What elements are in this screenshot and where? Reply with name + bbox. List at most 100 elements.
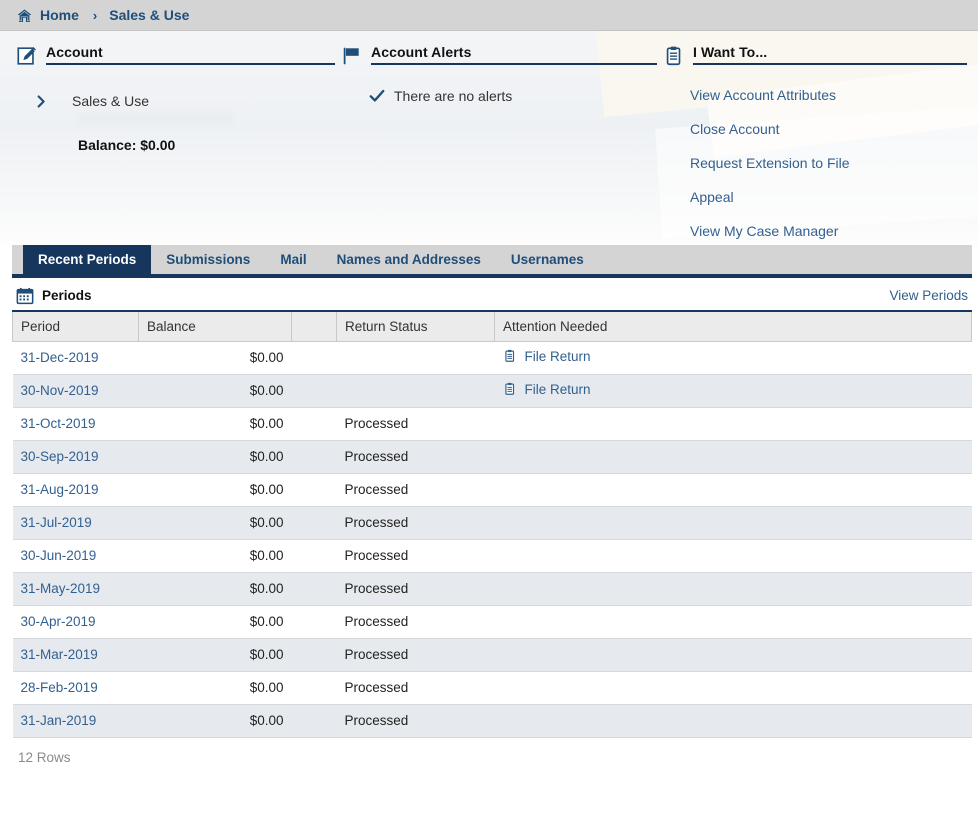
period-link[interactable]: 30-Apr-2019 (21, 614, 96, 629)
alerts-panel-title: Account Alerts (371, 44, 471, 60)
cell-period: 31-Jan-2019 (13, 704, 139, 737)
account-name-label[interactable]: Sales & Use (72, 93, 149, 109)
cell-balance: $0.00 (139, 572, 292, 605)
table-row: 31-Dec-2019$0.00File Return (13, 341, 972, 374)
cell-spacer (292, 506, 337, 539)
i-want-to-item-view-account-attributes[interactable]: View Account Attributes (690, 87, 836, 103)
cell-period: 31-Jul-2019 (13, 506, 139, 539)
period-link[interactable]: 31-Dec-2019 (21, 350, 99, 365)
cell-attention-needed (495, 572, 972, 605)
period-link[interactable]: 28-Feb-2019 (21, 680, 98, 695)
i-want-to-panel-title: I Want To... (693, 44, 767, 60)
cell-attention-needed (495, 407, 972, 440)
period-link[interactable]: 31-May-2019 (21, 581, 101, 596)
cell-return-status: Processed (337, 539, 495, 572)
cell-return-status (337, 341, 495, 374)
cell-attention-needed (495, 539, 972, 572)
tab-mail[interactable]: Mail (265, 245, 321, 274)
cell-period: 31-Mar-2019 (13, 638, 139, 671)
no-alerts-message: There are no alerts (394, 88, 512, 104)
column-header-period[interactable]: Period (13, 312, 139, 341)
tab-submissions[interactable]: Submissions (151, 245, 265, 274)
cell-attention-needed (495, 704, 972, 737)
table-header-row: Period Balance Return Status Attention N… (13, 312, 972, 341)
file-return-link[interactable]: File Return (503, 381, 591, 397)
cell-spacer (292, 374, 337, 407)
i-want-to-item-appeal[interactable]: Appeal (690, 189, 734, 205)
tab-names-and-addresses[interactable]: Names and Addresses (322, 245, 496, 274)
cell-period: 31-Oct-2019 (13, 407, 139, 440)
tab-strip: Recent Periods Submissions Mail Names an… (12, 245, 972, 278)
cell-spacer (292, 473, 337, 506)
breadcrumb-separator: › (93, 8, 97, 23)
column-header-spacer (292, 312, 337, 341)
cell-balance: $0.00 (139, 671, 292, 704)
period-link[interactable]: 30-Sep-2019 (21, 449, 99, 464)
cell-return-status: Processed (337, 407, 495, 440)
cell-spacer (292, 572, 337, 605)
periods-table-body: 31-Dec-2019$0.00File Return30-Nov-2019$0… (13, 341, 972, 737)
cell-balance: $0.00 (139, 506, 292, 539)
cell-period: 30-Jun-2019 (13, 539, 139, 572)
cell-balance: $0.00 (139, 407, 292, 440)
cell-attention-needed: File Return (495, 341, 972, 374)
cell-attention-needed (495, 671, 972, 704)
column-header-balance[interactable]: Balance (139, 312, 292, 341)
breadcrumb-home-link[interactable]: Home (40, 7, 79, 23)
cell-spacer (292, 704, 337, 737)
cell-return-status: Processed (337, 506, 495, 539)
i-want-to-item-request-extension-to-file[interactable]: Request Extension to File (690, 155, 850, 171)
tab-recent-periods[interactable]: Recent Periods (23, 245, 151, 274)
view-periods-link[interactable]: View Periods (889, 288, 972, 303)
edit-document-icon (16, 45, 38, 67)
table-row: 30-Jun-2019 $0.00 Processed (13, 539, 972, 572)
column-header-return-status[interactable]: Return Status (337, 312, 495, 341)
cell-return-status: Processed (337, 704, 495, 737)
tab-strip-container: Recent Periods Submissions Mail Names an… (0, 245, 978, 278)
cell-attention-needed (495, 440, 972, 473)
account-panel-title: Account (46, 44, 103, 60)
file-return-link[interactable]: File Return (503, 348, 591, 364)
period-link[interactable]: 30-Nov-2019 (21, 383, 99, 398)
tab-recent-periods-label: Recent Periods (38, 252, 136, 267)
cell-return-status: Processed (337, 572, 495, 605)
period-link[interactable]: 31-Aug-2019 (21, 482, 99, 497)
cell-attention-needed (495, 473, 972, 506)
breadcrumb-current-link[interactable]: Sales & Use (109, 7, 189, 23)
column-header-attention-needed[interactable]: Attention Needed (495, 312, 972, 341)
cell-balance: $0.00 (139, 605, 292, 638)
table-row: 30-Sep-2019$0.00Processed (13, 440, 972, 473)
alerts-panel-header: Account Alerts (341, 31, 657, 65)
account-row[interactable]: Sales & Use (16, 93, 335, 109)
i-want-to-item-view-my-case-manager[interactable]: View My Case Manager (690, 223, 838, 239)
i-want-to-item-close-account[interactable]: Close Account (690, 121, 780, 137)
cell-attention-needed (495, 605, 972, 638)
period-link[interactable]: 31-Jul-2019 (21, 515, 92, 530)
table-row: 30-Nov-2019$0.00File Return (13, 374, 972, 407)
period-link[interactable]: 31-Oct-2019 (21, 416, 96, 431)
chevron-right-icon[interactable] (35, 95, 48, 108)
table-row: 31-Aug-2019$0.00Processed (13, 473, 972, 506)
account-panel-header: Account (16, 31, 335, 65)
i-want-to-panel-header: I Want To... (663, 31, 967, 65)
period-link[interactable]: 31-Jan-2019 (21, 713, 97, 728)
flag-icon (341, 45, 363, 67)
cell-period: 30-Nov-2019 (13, 374, 139, 407)
account-balance-label: Balance: $0.00 (78, 137, 335, 153)
redacted-account-number (78, 112, 233, 125)
cell-balance: $0.00 (139, 539, 292, 572)
table-row: 31-Oct-2019 $0.00 Processed (13, 407, 972, 440)
cell-return-status: Processed (337, 671, 495, 704)
checkmark-icon (369, 88, 385, 104)
period-link[interactable]: 30-Jun-2019 (21, 548, 97, 563)
cell-balance: $0.00 (139, 704, 292, 737)
table-row: 28-Feb-2019 $0.00 Processed (13, 671, 972, 704)
tab-usernames[interactable]: Usernames (496, 245, 599, 274)
periods-section: Periods View Periods Period Balance Retu… (0, 281, 978, 765)
cell-spacer (292, 407, 337, 440)
calendar-icon (16, 287, 34, 305)
period-link[interactable]: 31-Mar-2019 (21, 647, 98, 662)
clipboard-icon (503, 348, 517, 364)
i-want-to-list: View Account Attributes Close Account Re… (663, 65, 967, 239)
cell-spacer (292, 638, 337, 671)
